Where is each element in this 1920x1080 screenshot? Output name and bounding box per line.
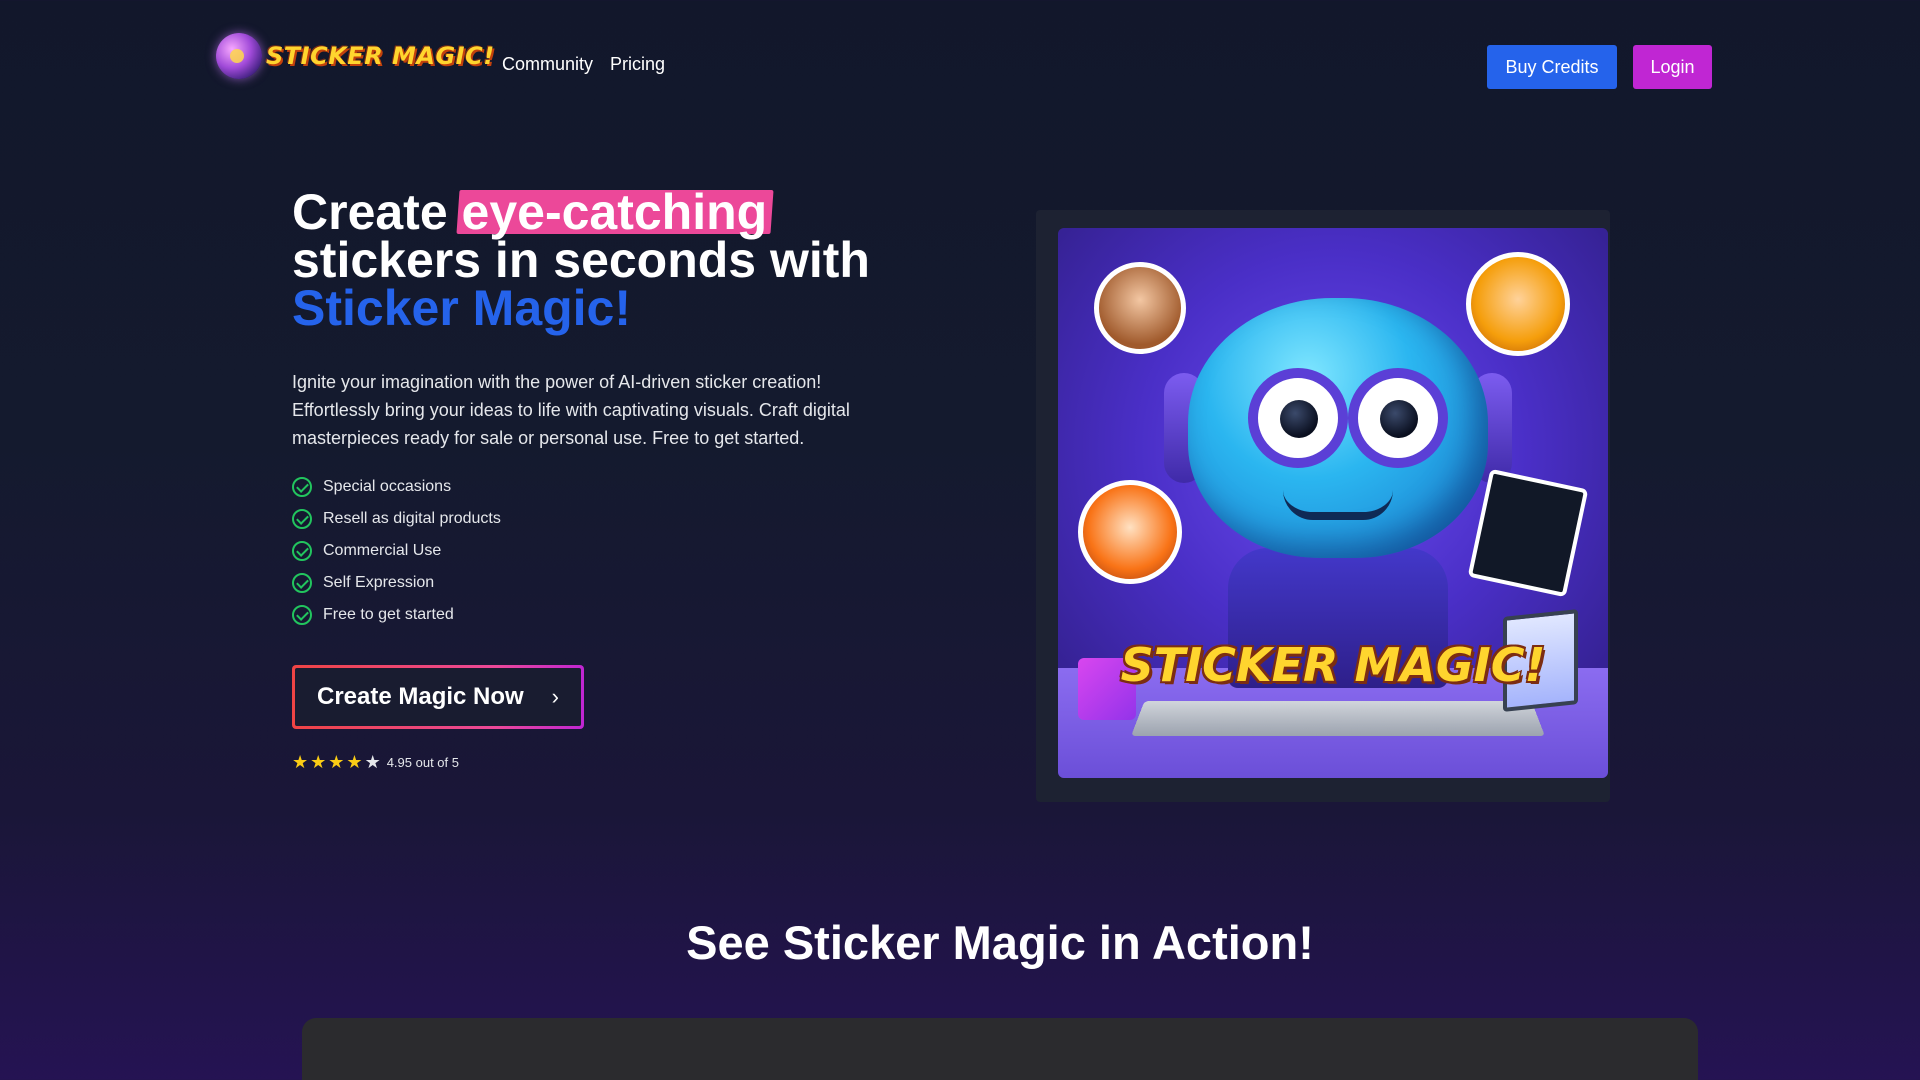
hero-title-accent: Sticker Magic! [292,280,632,336]
star-icon: ★ [292,752,309,772]
robot-pupil [1280,400,1318,438]
check-circle-icon [292,541,312,561]
laptop-keyboard [1131,701,1545,736]
hero-image: STICKER MAGIC! [1058,228,1608,778]
rating-text: 4.95 out of 5 [386,754,459,770]
logo-orb-icon [216,33,262,79]
hero-image-card: STICKER MAGIC! [1036,210,1610,802]
create-magic-now-button[interactable]: Create Magic Now › [292,665,584,729]
kid-sticker [1094,262,1186,354]
sticker-sheet [1467,468,1589,598]
feature-item: Special occasions [292,471,501,503]
chevron-right-icon: › [551,684,559,709]
feature-label: Special occasions [323,478,452,495]
robot-eye-left [1248,368,1348,468]
feature-label: Resell as digital products [323,510,501,527]
check-circle-icon [292,477,312,497]
star-icon: ★ [346,752,363,772]
star-icon: ★ [364,752,381,772]
site-header: STICKER MAGIC! Community Pricing Buy Cre… [0,0,1920,134]
logo-text: STICKER MAGIC! [266,42,495,70]
star-icon: ★ [310,752,327,772]
site-logo[interactable]: STICKER MAGIC! [216,30,495,82]
check-circle-icon [292,605,312,625]
feature-label: Free to get started [323,606,454,623]
main-nav: Community Pricing [502,54,665,75]
cta-inner: Create Magic Now › [295,668,581,726]
robot-mouth [1283,490,1393,520]
check-circle-icon [292,573,312,593]
fox-sticker [1078,480,1182,584]
feature-item: Commercial Use [292,535,501,567]
feature-label: Self Expression [323,574,435,591]
buy-credits-button[interactable]: Buy Credits [1487,45,1617,89]
robot-pupil [1380,400,1418,438]
tiger-sticker [1466,252,1570,356]
star-icon: ★ [328,752,345,772]
nav-link-community[interactable]: Community [502,54,593,75]
image-title: STICKER MAGIC! [1120,638,1546,692]
rating: ★ ★ ★ ★ ★ 4.95 out of 5 [292,752,459,772]
feature-label: Commercial Use [323,542,442,559]
robot-eye-right [1348,368,1448,468]
feature-item: Resell as digital products [292,503,501,535]
section-title: See Sticker Magic in Action! [686,916,1314,969]
feature-item: Self Expression [292,567,501,599]
login-button[interactable]: Login [1633,45,1712,89]
cta-label: Create Magic Now [317,683,524,710]
feature-item: Free to get started [292,599,501,631]
demo-video-panel[interactable] [302,1018,1698,1080]
nav-link-pricing[interactable]: Pricing [610,54,665,75]
feature-list: Special occasions Resell as digital prod… [292,471,501,631]
check-circle-icon [292,509,312,529]
hero-description: Ignite your imagination with the power o… [292,372,850,448]
hero-title: Create eye-catching stickers in seconds … [292,184,912,336]
hero-title-highlight: eye-catching [461,184,768,240]
